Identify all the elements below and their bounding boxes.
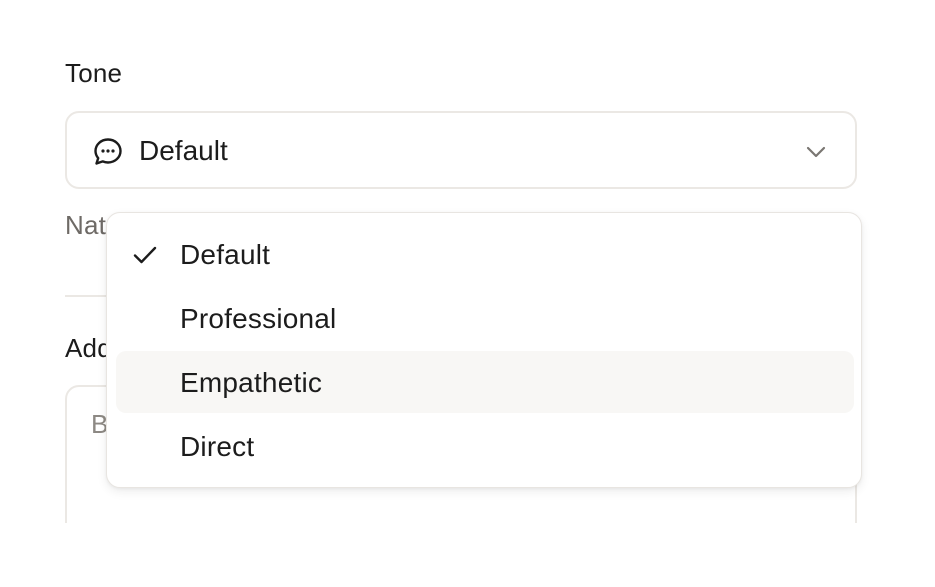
- tone-option-professional[interactable]: Professional: [116, 287, 854, 349]
- tone-option-direct[interactable]: Direct: [116, 415, 854, 477]
- tone-option-label: Direct: [180, 431, 255, 462]
- additional-instructions-label: Add: [65, 333, 112, 363]
- tone-select-value: Default: [139, 135, 228, 166]
- tone-option-label: Empathetic: [180, 367, 323, 398]
- chevron-down-icon: [806, 146, 826, 158]
- tone-dropdown-menu: Default Professional Empathetic Direct: [106, 212, 862, 488]
- chat-bubble-icon: [94, 138, 122, 165]
- check-icon: [133, 246, 157, 264]
- page-bottom-area: [0, 523, 935, 587]
- tone-option-label: Default: [180, 239, 271, 270]
- tone-option-empathetic[interactable]: Empathetic: [116, 351, 854, 413]
- nationality-label: Nat: [65, 210, 107, 240]
- tone-select[interactable]: Default: [65, 111, 857, 189]
- tone-option-label: Professional: [180, 303, 337, 334]
- tone-option-default[interactable]: Default: [116, 223, 854, 285]
- tone-label: Tone: [65, 58, 123, 88]
